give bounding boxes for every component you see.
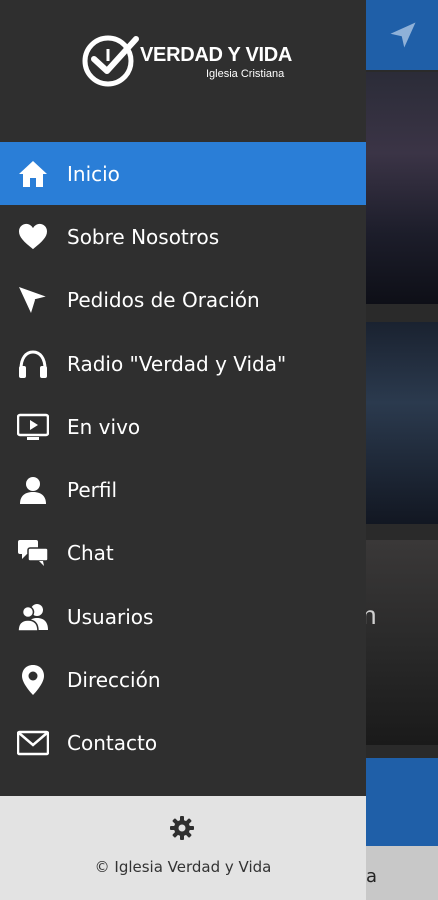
menu-item-chat[interactable]: Chat [0,522,366,585]
menu-item-sobre-nosotros[interactable]: Sobre Nosotros [0,205,366,268]
menu-item-label: Pedidos de Oración [67,288,260,313]
users-icon [17,601,49,633]
menu-item-direccion[interactable]: Dirección [0,648,366,711]
send-icon[interactable] [388,20,418,50]
drawer-menu: Inicio Sobre Nosotros Pedidos de Oración… [0,142,366,775]
gear-icon[interactable] [169,815,195,841]
menu-item-radio[interactable]: Radio "Verdad y Vida" [0,332,366,395]
menu-item-label: Chat [67,541,114,566]
menu-item-pedidos-de-oracion[interactable]: Pedidos de Oración [0,269,366,332]
menu-item-label: Sobre Nosotros [67,224,220,249]
location-pin-icon [17,664,49,696]
menu-item-inicio[interactable]: Inicio [0,142,366,206]
tv-icon [17,411,49,443]
chat-icon [17,537,49,569]
headphones-icon [17,348,49,380]
menu-item-label: Usuarios [67,604,154,629]
menu-item-contacto[interactable]: Contacto [0,712,366,775]
envelope-icon [17,727,49,759]
navigation-drawer: VERDAD Y VIDA Iglesia Cristiana Inicio S… [0,0,366,900]
menu-item-label: En vivo [67,414,141,439]
menu-item-en-vivo[interactable]: En vivo [0,395,366,458]
user-icon [17,474,49,506]
feed-card[interactable] [366,322,438,524]
drawer-footer [0,796,366,900]
menu-item-usuarios[interactable]: Usuarios [0,585,366,648]
feed-card[interactable] [366,72,438,304]
app-screen: n a VERDAD Y VIDA Iglesia Cristiana Inic… [0,0,438,900]
copyright-text: © Iglesia Verdad y Vida [94,858,272,876]
logo-title: VERDAD Y VIDA [140,44,293,66]
menu-item-label: Dirección [67,668,161,693]
home-icon [17,158,49,190]
paper-plane-icon [17,284,49,316]
feed-banner[interactable] [366,758,438,846]
menu-item-label: Inicio [67,161,120,186]
feed-card[interactable] [366,540,438,745]
heart-icon [17,221,49,253]
logo-subtitle: Iglesia Cristiana [206,68,285,80]
menu-item-label: Contacto [67,731,158,756]
menu-item-label: Radio "Verdad y Vida" [67,351,287,376]
menu-item-label: Perfil [67,478,118,503]
bottom-partial-text: a [366,866,378,887]
menu-item-perfil[interactable]: Perfil [0,458,366,521]
